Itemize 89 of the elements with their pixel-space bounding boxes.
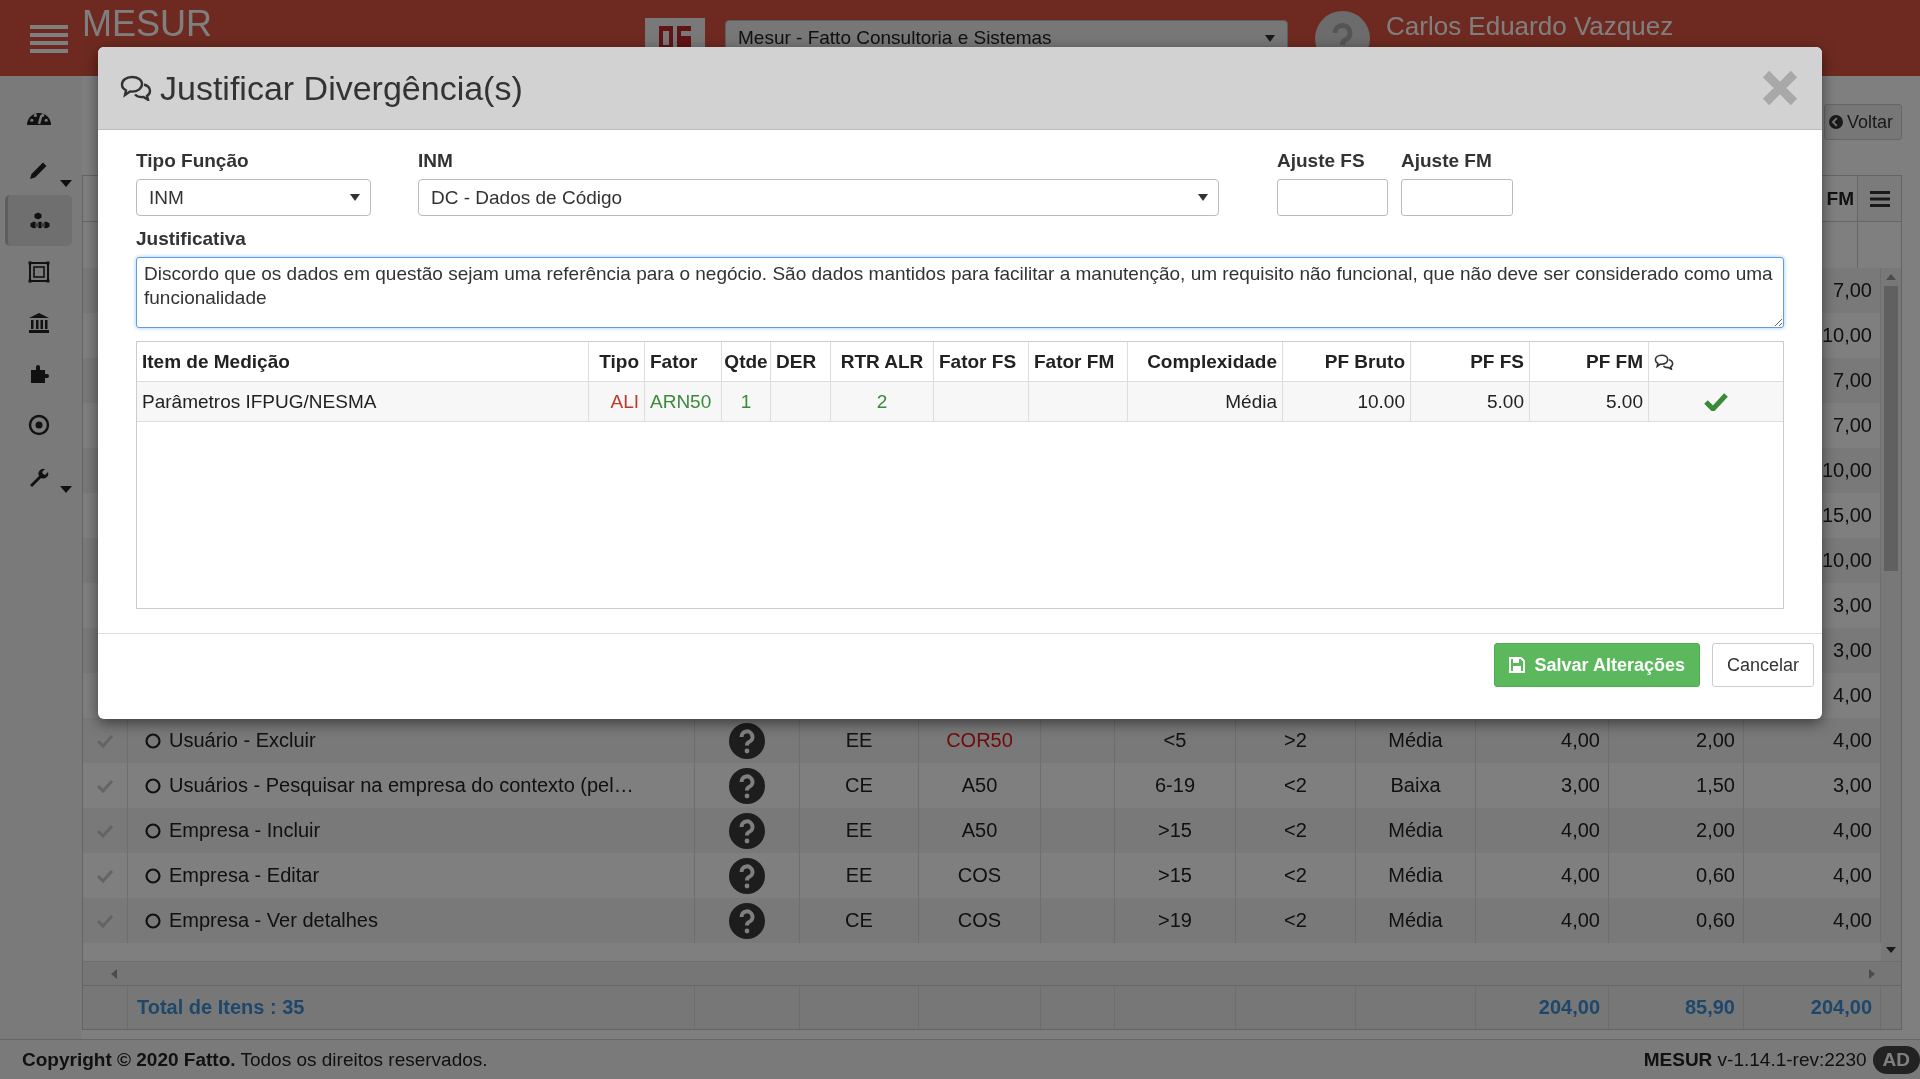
frame-icon	[26, 259, 51, 284]
column-header: Qtde	[722, 342, 771, 381]
circle-icon	[145, 867, 161, 884]
column-header: Fator FM	[1029, 342, 1128, 381]
total-value: 204,00	[1538, 996, 1600, 1019]
column-header: Tipo	[589, 342, 645, 381]
item-name: Empresa - Editar	[169, 864, 320, 887]
bank-icon	[26, 310, 51, 335]
grid-menu-button[interactable]	[1857, 176, 1901, 221]
horizontal-scrollbar[interactable]	[83, 961, 1901, 985]
back-icon	[1828, 115, 1843, 129]
item-name: Usuários - Pesquisar na empresa do contexto (pel…	[169, 774, 634, 797]
column-header: PF Bruto	[1283, 342, 1411, 381]
table-cell: 10.00	[1283, 382, 1411, 421]
help-icon[interactable]	[729, 767, 765, 804]
column-header: RTR ALR	[831, 342, 934, 381]
table-cell: Parâmetros IFPUG/NESMA	[137, 382, 589, 421]
table-cell: Média	[1356, 898, 1476, 943]
field-label: Ajuste FS	[1277, 150, 1366, 172]
table-cell: COS	[919, 898, 1041, 943]
input-field[interactable]	[1277, 179, 1388, 216]
scroll-up-icon	[1886, 274, 1896, 280]
scroll-left-icon	[111, 968, 117, 979]
table-cell: 0,60	[1609, 898, 1744, 943]
column-header: Item de Medição	[137, 342, 589, 381]
comments-icon	[120, 75, 152, 101]
table-cell: ALI	[589, 382, 645, 421]
table-cell: 5.00	[1411, 382, 1530, 421]
item-name: Empresa - Incluir	[169, 819, 321, 842]
cancel-button[interactable]: Cancelar	[1711, 643, 1814, 687]
circle-icon	[145, 732, 161, 749]
input-field[interactable]	[1401, 179, 1513, 216]
item-name: Empresa - Ver detalhes	[169, 909, 378, 932]
scrollbar-thumb[interactable]	[1884, 286, 1898, 571]
table-cell: Média	[1128, 382, 1283, 421]
item-name: Usuário - Excluir	[169, 729, 316, 752]
comments-icon	[1654, 353, 1674, 370]
total-value: 204,00	[1810, 996, 1872, 1019]
table-cell: 1	[722, 382, 771, 421]
field-label: Ajuste FM	[1401, 150, 1493, 172]
help-icon[interactable]	[729, 902, 765, 939]
close-icon	[1762, 70, 1798, 106]
caret-icon	[1265, 34, 1275, 42]
table-cell: CE	[800, 898, 919, 943]
sidebar-item[interactable]	[5, 195, 72, 246]
total-value: 85,90	[1684, 996, 1735, 1019]
column-header: Fator FS	[934, 342, 1029, 381]
circle-icon	[145, 777, 161, 794]
table-cell: 2	[831, 382, 934, 421]
circle-icon	[145, 822, 161, 839]
circle-icon	[145, 912, 161, 929]
menu-icon	[1869, 189, 1890, 208]
floppy-icon	[1508, 657, 1525, 673]
help-icon[interactable]	[729, 857, 765, 894]
table-cell: ARN50	[645, 382, 722, 421]
column-header: Fator	[645, 342, 722, 381]
back-button[interactable]: Voltar	[1823, 104, 1902, 140]
column-header: FM	[1826, 187, 1855, 210]
table-cell: >19	[1115, 898, 1236, 943]
app-name: MESUR	[82, 6, 212, 42]
total-items: Total de Itens : 35	[137, 996, 305, 1019]
table-cell: <2	[1236, 898, 1356, 943]
field-label: INM	[418, 150, 454, 172]
field-label: Tipo Função	[136, 150, 250, 172]
select-field[interactable]: INM	[136, 179, 371, 216]
column-header: PF FM	[1530, 342, 1649, 381]
menu-button[interactable]	[30, 23, 68, 53]
table-cell: 4,00	[1476, 898, 1609, 943]
field-label: Justificativa	[136, 228, 247, 250]
caret-icon	[1198, 194, 1208, 201]
copyright-text: Copyright © 2020 Fatto. Todos os direitos reservados.	[22, 1048, 488, 1071]
justification-field[interactable]: Discordo que os dados em questão sejam uma referência para o negócio. São dados mantidos para facilitar a manutenção, um requisito não funcional, que não deve ser considerado como uma funcionalidade	[136, 257, 1784, 328]
target-icon	[26, 412, 51, 437]
column-header: PF FS	[1411, 342, 1530, 381]
column-header: Complexidade	[1128, 342, 1283, 381]
scroll-down-icon	[1886, 947, 1896, 953]
menu-icon	[30, 23, 68, 53]
select-field[interactable]: DC - Dados de Código	[418, 179, 1219, 216]
help-icon[interactable]	[729, 812, 765, 849]
help-icon[interactable]	[729, 722, 765, 759]
dialog-title: Justificar Divergência(s)	[160, 68, 524, 108]
dashboard-icon	[26, 112, 51, 125]
user-badge: AD	[1872, 1045, 1920, 1074]
scroll-right-icon	[1869, 968, 1875, 979]
vertical-scrollbar[interactable]	[1881, 268, 1901, 961]
caret-icon	[350, 194, 360, 201]
version-text: MESUR v-1.14.1-rev:2230	[1643, 1048, 1867, 1071]
table-cell: 5.00	[1530, 382, 1649, 421]
column-header: DER	[771, 342, 831, 381]
